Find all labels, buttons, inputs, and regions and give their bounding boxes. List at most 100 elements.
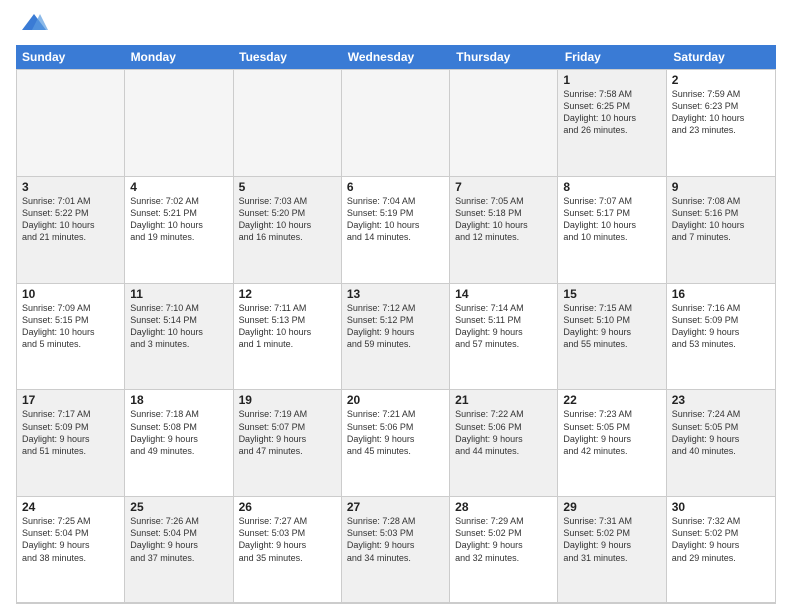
calendar-row: 10Sunrise: 7:09 AM Sunset: 5:15 PM Dayli… bbox=[17, 283, 775, 390]
day-number: 4 bbox=[130, 180, 227, 194]
day-number: 15 bbox=[563, 287, 660, 301]
day-detail: Sunrise: 7:08 AM Sunset: 5:16 PM Dayligh… bbox=[672, 195, 770, 244]
calendar-cell: 4Sunrise: 7:02 AM Sunset: 5:21 PM Daylig… bbox=[125, 177, 233, 283]
day-number: 20 bbox=[347, 393, 444, 407]
calendar-cell: 5Sunrise: 7:03 AM Sunset: 5:20 PM Daylig… bbox=[234, 177, 342, 283]
calendar-cell: 2Sunrise: 7:59 AM Sunset: 6:23 PM Daylig… bbox=[667, 70, 775, 176]
header bbox=[16, 12, 776, 39]
day-number: 7 bbox=[455, 180, 552, 194]
day-detail: Sunrise: 7:21 AM Sunset: 5:06 PM Dayligh… bbox=[347, 408, 444, 457]
weekday-header: Wednesday bbox=[342, 45, 451, 69]
calendar-cell: 6Sunrise: 7:04 AM Sunset: 5:19 PM Daylig… bbox=[342, 177, 450, 283]
day-number: 21 bbox=[455, 393, 552, 407]
day-number: 13 bbox=[347, 287, 444, 301]
day-detail: Sunrise: 7:59 AM Sunset: 6:23 PM Dayligh… bbox=[672, 88, 770, 137]
calendar-cell: 21Sunrise: 7:22 AM Sunset: 5:06 PM Dayli… bbox=[450, 390, 558, 496]
weekday-header: Saturday bbox=[667, 45, 776, 69]
day-number: 11 bbox=[130, 287, 227, 301]
day-detail: Sunrise: 7:26 AM Sunset: 5:04 PM Dayligh… bbox=[130, 515, 227, 564]
day-number: 19 bbox=[239, 393, 336, 407]
calendar-cell bbox=[125, 70, 233, 176]
day-detail: Sunrise: 7:07 AM Sunset: 5:17 PM Dayligh… bbox=[563, 195, 660, 244]
calendar-cell: 15Sunrise: 7:15 AM Sunset: 5:10 PM Dayli… bbox=[558, 284, 666, 390]
calendar: SundayMondayTuesdayWednesdayThursdayFrid… bbox=[16, 45, 776, 604]
day-number: 22 bbox=[563, 393, 660, 407]
day-number: 23 bbox=[672, 393, 770, 407]
day-number: 29 bbox=[563, 500, 660, 514]
logo-text bbox=[16, 16, 48, 39]
day-number: 8 bbox=[563, 180, 660, 194]
day-number: 28 bbox=[455, 500, 552, 514]
day-detail: Sunrise: 7:17 AM Sunset: 5:09 PM Dayligh… bbox=[22, 408, 119, 457]
day-number: 18 bbox=[130, 393, 227, 407]
calendar-body: 1Sunrise: 7:58 AM Sunset: 6:25 PM Daylig… bbox=[16, 69, 776, 604]
day-detail: Sunrise: 7:22 AM Sunset: 5:06 PM Dayligh… bbox=[455, 408, 552, 457]
calendar-cell: 19Sunrise: 7:19 AM Sunset: 5:07 PM Dayli… bbox=[234, 390, 342, 496]
day-number: 26 bbox=[239, 500, 336, 514]
day-detail: Sunrise: 7:04 AM Sunset: 5:19 PM Dayligh… bbox=[347, 195, 444, 244]
calendar-cell: 26Sunrise: 7:27 AM Sunset: 5:03 PM Dayli… bbox=[234, 497, 342, 602]
calendar-cell: 28Sunrise: 7:29 AM Sunset: 5:02 PM Dayli… bbox=[450, 497, 558, 602]
day-number: 5 bbox=[239, 180, 336, 194]
day-detail: Sunrise: 7:05 AM Sunset: 5:18 PM Dayligh… bbox=[455, 195, 552, 244]
day-detail: Sunrise: 7:27 AM Sunset: 5:03 PM Dayligh… bbox=[239, 515, 336, 564]
calendar-cell: 18Sunrise: 7:18 AM Sunset: 5:08 PM Dayli… bbox=[125, 390, 233, 496]
day-detail: Sunrise: 7:32 AM Sunset: 5:02 PM Dayligh… bbox=[672, 515, 770, 564]
day-detail: Sunrise: 7:16 AM Sunset: 5:09 PM Dayligh… bbox=[672, 302, 770, 351]
weekday-header: Tuesday bbox=[233, 45, 342, 69]
day-detail: Sunrise: 7:09 AM Sunset: 5:15 PM Dayligh… bbox=[22, 302, 119, 351]
day-number: 24 bbox=[22, 500, 119, 514]
calendar-header: SundayMondayTuesdayWednesdayThursdayFrid… bbox=[16, 45, 776, 69]
day-number: 1 bbox=[563, 73, 660, 87]
day-detail: Sunrise: 7:03 AM Sunset: 5:20 PM Dayligh… bbox=[239, 195, 336, 244]
day-detail: Sunrise: 7:10 AM Sunset: 5:14 PM Dayligh… bbox=[130, 302, 227, 351]
day-detail: Sunrise: 7:28 AM Sunset: 5:03 PM Dayligh… bbox=[347, 515, 444, 564]
calendar-cell bbox=[17, 70, 125, 176]
day-number: 30 bbox=[672, 500, 770, 514]
calendar-row: 17Sunrise: 7:17 AM Sunset: 5:09 PM Dayli… bbox=[17, 389, 775, 496]
calendar-cell: 27Sunrise: 7:28 AM Sunset: 5:03 PM Dayli… bbox=[342, 497, 450, 602]
calendar-cell: 13Sunrise: 7:12 AM Sunset: 5:12 PM Dayli… bbox=[342, 284, 450, 390]
calendar-cell: 9Sunrise: 7:08 AM Sunset: 5:16 PM Daylig… bbox=[667, 177, 775, 283]
weekday-header: Friday bbox=[559, 45, 668, 69]
calendar-cell: 8Sunrise: 7:07 AM Sunset: 5:17 PM Daylig… bbox=[558, 177, 666, 283]
day-detail: Sunrise: 7:24 AM Sunset: 5:05 PM Dayligh… bbox=[672, 408, 770, 457]
day-number: 6 bbox=[347, 180, 444, 194]
calendar-cell: 25Sunrise: 7:26 AM Sunset: 5:04 PM Dayli… bbox=[125, 497, 233, 602]
day-number: 25 bbox=[130, 500, 227, 514]
day-number: 2 bbox=[672, 73, 770, 87]
day-number: 3 bbox=[22, 180, 119, 194]
day-detail: Sunrise: 7:58 AM Sunset: 6:25 PM Dayligh… bbox=[563, 88, 660, 137]
day-detail: Sunrise: 7:12 AM Sunset: 5:12 PM Dayligh… bbox=[347, 302, 444, 351]
logo-icon bbox=[20, 12, 48, 39]
calendar-cell: 20Sunrise: 7:21 AM Sunset: 5:06 PM Dayli… bbox=[342, 390, 450, 496]
calendar-cell bbox=[234, 70, 342, 176]
weekday-header: Thursday bbox=[450, 45, 559, 69]
calendar-cell: 17Sunrise: 7:17 AM Sunset: 5:09 PM Dayli… bbox=[17, 390, 125, 496]
page: SundayMondayTuesdayWednesdayThursdayFrid… bbox=[0, 0, 792, 612]
day-detail: Sunrise: 7:23 AM Sunset: 5:05 PM Dayligh… bbox=[563, 408, 660, 457]
calendar-cell: 14Sunrise: 7:14 AM Sunset: 5:11 PM Dayli… bbox=[450, 284, 558, 390]
day-detail: Sunrise: 7:11 AM Sunset: 5:13 PM Dayligh… bbox=[239, 302, 336, 351]
day-detail: Sunrise: 7:29 AM Sunset: 5:02 PM Dayligh… bbox=[455, 515, 552, 564]
day-detail: Sunrise: 7:15 AM Sunset: 5:10 PM Dayligh… bbox=[563, 302, 660, 351]
calendar-cell: 16Sunrise: 7:16 AM Sunset: 5:09 PM Dayli… bbox=[667, 284, 775, 390]
day-detail: Sunrise: 7:18 AM Sunset: 5:08 PM Dayligh… bbox=[130, 408, 227, 457]
calendar-cell: 7Sunrise: 7:05 AM Sunset: 5:18 PM Daylig… bbox=[450, 177, 558, 283]
calendar-cell: 11Sunrise: 7:10 AM Sunset: 5:14 PM Dayli… bbox=[125, 284, 233, 390]
calendar-cell: 23Sunrise: 7:24 AM Sunset: 5:05 PM Dayli… bbox=[667, 390, 775, 496]
weekday-header: Monday bbox=[125, 45, 234, 69]
calendar-row: 1Sunrise: 7:58 AM Sunset: 6:25 PM Daylig… bbox=[17, 69, 775, 176]
day-number: 10 bbox=[22, 287, 119, 301]
calendar-cell: 29Sunrise: 7:31 AM Sunset: 5:02 PM Dayli… bbox=[558, 497, 666, 602]
calendar-cell: 22Sunrise: 7:23 AM Sunset: 5:05 PM Dayli… bbox=[558, 390, 666, 496]
day-number: 17 bbox=[22, 393, 119, 407]
day-number: 9 bbox=[672, 180, 770, 194]
day-detail: Sunrise: 7:01 AM Sunset: 5:22 PM Dayligh… bbox=[22, 195, 119, 244]
day-number: 16 bbox=[672, 287, 770, 301]
calendar-cell bbox=[342, 70, 450, 176]
calendar-cell: 12Sunrise: 7:11 AM Sunset: 5:13 PM Dayli… bbox=[234, 284, 342, 390]
day-detail: Sunrise: 7:02 AM Sunset: 5:21 PM Dayligh… bbox=[130, 195, 227, 244]
calendar-cell: 24Sunrise: 7:25 AM Sunset: 5:04 PM Dayli… bbox=[17, 497, 125, 602]
calendar-row: 24Sunrise: 7:25 AM Sunset: 5:04 PM Dayli… bbox=[17, 496, 775, 603]
